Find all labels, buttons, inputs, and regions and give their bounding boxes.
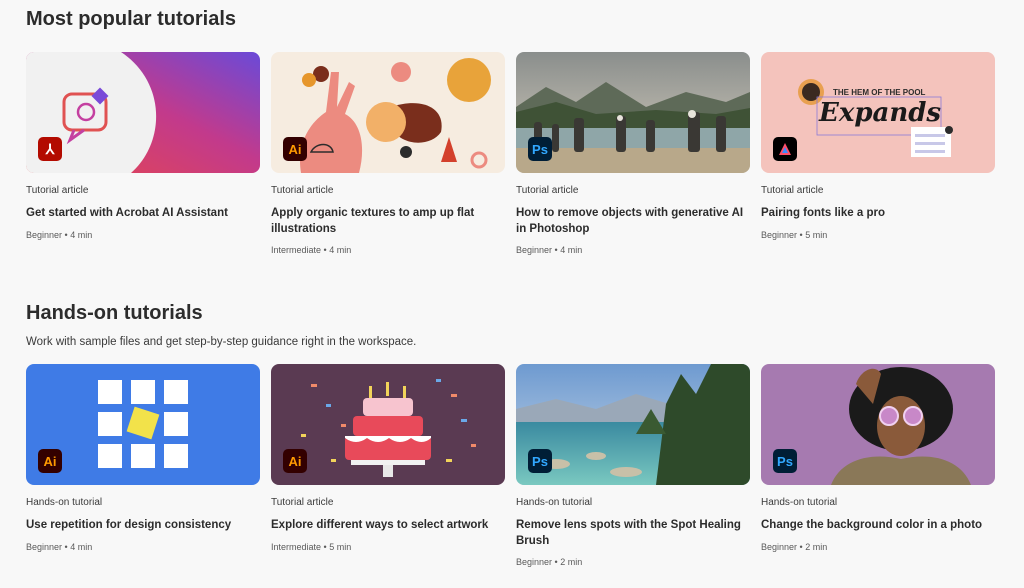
card-type: Tutorial article — [271, 497, 334, 508]
card-type: Tutorial article — [516, 185, 579, 196]
meta-separator: • — [554, 557, 558, 567]
card-duration: 5 min — [329, 541, 352, 552]
thumbnail-image[interactable]: THE HEM OF THE POOL Expands — [761, 52, 995, 173]
card-level: Beginner — [26, 229, 63, 240]
card-title[interactable]: Apply organic textures to amp up flat il… — [271, 206, 505, 237]
card-duration: 4 min — [329, 245, 352, 255]
card-duration: 4 min — [560, 245, 583, 255]
card-duration: 5 min — [805, 229, 828, 240]
card-level: Beginner — [516, 557, 553, 567]
card-type: Tutorial article — [26, 185, 89, 196]
card-level: Beginner — [26, 541, 63, 552]
card-title[interactable]: Pairing fonts like a pro — [761, 206, 995, 222]
meta-separator: • — [799, 229, 803, 240]
thumbnail-image[interactable]: Ps — [761, 364, 995, 485]
section-title-popular: Most popular tutorials — [26, 8, 236, 30]
tutorial-card[interactable]: Ps Hands-on tutorial Remove lens spots w… — [516, 364, 750, 567]
card-level: Intermediate — [271, 245, 322, 255]
card-duration: 2 min — [805, 541, 828, 552]
card-duration: 4 min — [70, 229, 93, 240]
card-level: Beginner — [761, 541, 798, 552]
card-title[interactable]: Change the background color in a photo — [761, 518, 995, 534]
card-meta: Beginner • 4 min — [26, 542, 260, 552]
card-type: Hands-on tutorial — [516, 497, 593, 508]
meta-separator: • — [323, 541, 327, 552]
card-meta: Beginner • 2 min — [761, 542, 995, 552]
section-subtitle: Work with sample files and get step-by-s… — [26, 336, 417, 348]
illustrator-icon: Ai — [283, 137, 307, 161]
meta-separator: • — [554, 245, 558, 255]
card-title[interactable]: How to remove objects with generative AI… — [516, 206, 750, 237]
photoshop-icon: Ps — [528, 449, 552, 473]
card-type: Hands-on tutorial — [761, 497, 838, 508]
thumbnail-image[interactable]: Ai — [271, 364, 505, 485]
meta-separator: • — [323, 245, 327, 255]
card-type: Tutorial article — [271, 185, 334, 196]
card-level: Beginner — [516, 245, 553, 255]
meta-separator: • — [64, 229, 68, 240]
card-title[interactable]: Remove lens spots with the Spot Healing … — [516, 518, 750, 549]
tutorial-card[interactable]: THE HEM OF THE POOL Expands Tutorial art… — [761, 52, 995, 240]
thumbnail-image[interactable]: Ps — [516, 364, 750, 485]
card-level: Beginner — [761, 229, 798, 240]
card-meta: Beginner • 4 min — [516, 245, 750, 255]
card-title[interactable]: Use repetition for design consistency — [26, 518, 260, 534]
section-title-handson: Hands-on tutorials — [26, 302, 203, 324]
illustrator-icon: Ai — [38, 449, 62, 473]
photoshop-icon: Ps — [528, 137, 552, 161]
card-meta: Intermediate • 4 min — [271, 245, 505, 255]
card-meta: Intermediate • 5 min — [271, 542, 505, 552]
card-meta: Beginner • 4 min — [26, 230, 260, 240]
thumbnail-heading-text: THE HEM OF THE POOL — [833, 88, 926, 97]
thumbnail-image[interactable]: Ps — [516, 52, 750, 173]
acrobat-icon: ⅄ — [38, 137, 62, 161]
card-title[interactable]: Get started with Acrobat AI Assistant — [26, 206, 260, 222]
photoshop-icon: Ps — [773, 449, 797, 473]
tutorial-card[interactable]: Ai Tutorial article Apply organic textur… — [271, 52, 505, 255]
card-meta: Beginner • 2 min — [516, 557, 750, 567]
illustrator-icon: Ai — [283, 449, 307, 473]
card-type: Tutorial article — [761, 185, 824, 196]
meta-separator: • — [64, 541, 68, 552]
thumbnail-image[interactable]: ⅄ — [26, 52, 260, 173]
card-level: Intermediate — [271, 541, 322, 552]
thumbnail-image[interactable]: Ai — [271, 52, 505, 173]
thumbnail-display-text: Expands — [819, 98, 942, 128]
tutorial-card[interactable]: Ps Tutorial article How to remove object… — [516, 52, 750, 255]
card-duration: 2 min — [560, 557, 583, 567]
card-duration: 4 min — [70, 541, 93, 552]
express-icon — [773, 137, 797, 161]
meta-separator: • — [799, 541, 803, 552]
tutorial-card[interactable]: Ai Hands-on tutorial Use repetition for … — [26, 364, 260, 552]
thumbnail-image[interactable]: Ai — [26, 364, 260, 485]
card-type: Hands-on tutorial — [26, 497, 103, 508]
tutorial-card[interactable]: ⅄ Tutorial article Get started with Acro… — [26, 52, 260, 240]
card-title[interactable]: Explore different ways to select artwork — [271, 518, 505, 534]
tutorial-card[interactable]: Ps Hands-on tutorial Change the backgrou… — [761, 364, 995, 552]
tutorial-card[interactable]: Ai Tutorial article Explore different wa… — [271, 364, 505, 552]
card-meta: Beginner • 5 min — [761, 230, 995, 240]
